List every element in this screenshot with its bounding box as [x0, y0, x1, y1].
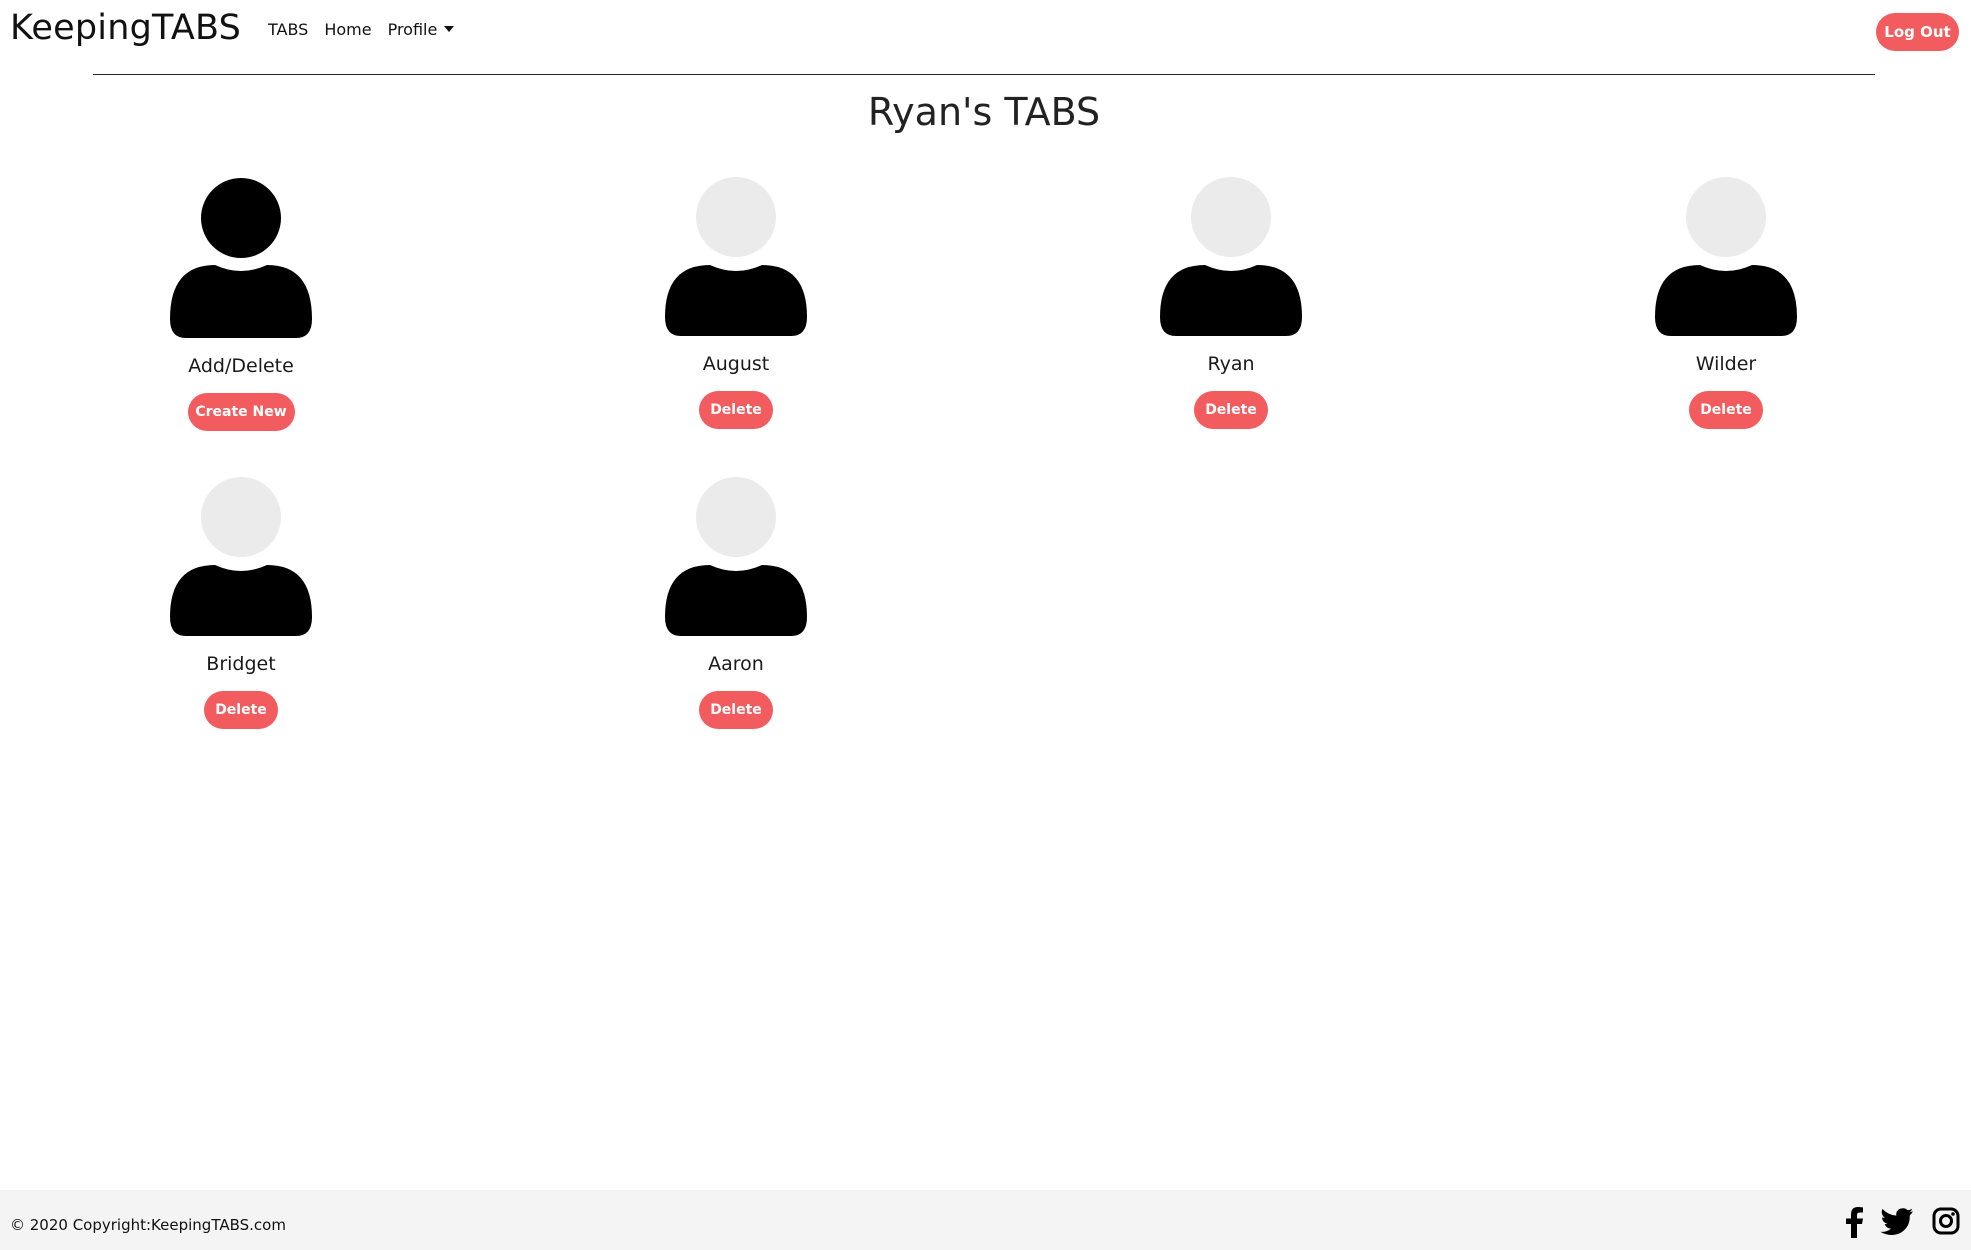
header-divider — [93, 74, 1875, 75]
footer: © 2020 Copyright:KeepingTABS.com — [0, 1190, 1971, 1250]
create-new-button[interactable]: Create New — [187, 393, 295, 431]
instagram-icon[interactable] — [1932, 1206, 1960, 1236]
person-icon — [665, 477, 807, 636]
delete-button[interactable]: Delete — [204, 691, 278, 729]
tab-card-aaron: Aaron Delete — [586, 477, 886, 729]
navbar: KeepingTABS TABS Home Profile Log Out — [0, 0, 1971, 62]
tab-card-name: Ryan — [1207, 353, 1255, 375]
person-icon — [170, 477, 312, 636]
copyright-text: © 2020 Copyright:KeepingTABS.com — [10, 1216, 286, 1234]
brand-logo[interactable]: KeepingTABS — [10, 8, 241, 48]
person-icon — [665, 177, 807, 336]
delete-button[interactable]: Delete — [699, 691, 773, 729]
tab-card-name: Wilder — [1695, 353, 1757, 375]
tab-card-name: Bridget — [206, 653, 276, 675]
tab-card-add-delete: Add/Delete Create New — [91, 177, 391, 431]
logout-button[interactable]: Log Out — [1876, 13, 1959, 51]
tab-card-name: Aaron — [708, 653, 764, 675]
delete-button[interactable]: Delete — [1689, 391, 1763, 429]
tab-card-name: August — [702, 353, 770, 375]
nav-dropdown-profile-label: Profile — [387, 20, 438, 39]
tab-card-bridget: Bridget Delete — [91, 477, 391, 729]
person-icon — [170, 178, 312, 338]
page-title: Ryan's TABS — [867, 90, 1101, 134]
tab-card-wilder: Wilder Delete — [1576, 177, 1876, 429]
person-icon — [1655, 177, 1797, 336]
tab-card-name: Add/Delete — [188, 355, 294, 377]
person-icon — [1160, 177, 1302, 336]
nav-dropdown-profile[interactable]: Profile — [388, 20, 455, 39]
nav-link-home[interactable]: Home — [324, 20, 371, 39]
nav-link-tabs[interactable]: TABS — [268, 20, 308, 39]
facebook-icon[interactable] — [1839, 1206, 1867, 1238]
delete-button[interactable]: Delete — [1194, 391, 1268, 429]
tab-card-august: August Delete — [586, 177, 886, 429]
delete-button[interactable]: Delete — [699, 391, 773, 429]
chevron-down-icon — [444, 26, 455, 32]
twitter-icon[interactable] — [1880, 1206, 1914, 1238]
tab-card-ryan: Ryan Delete — [1081, 177, 1381, 429]
nav-links: TABS Home Profile — [268, 20, 455, 39]
